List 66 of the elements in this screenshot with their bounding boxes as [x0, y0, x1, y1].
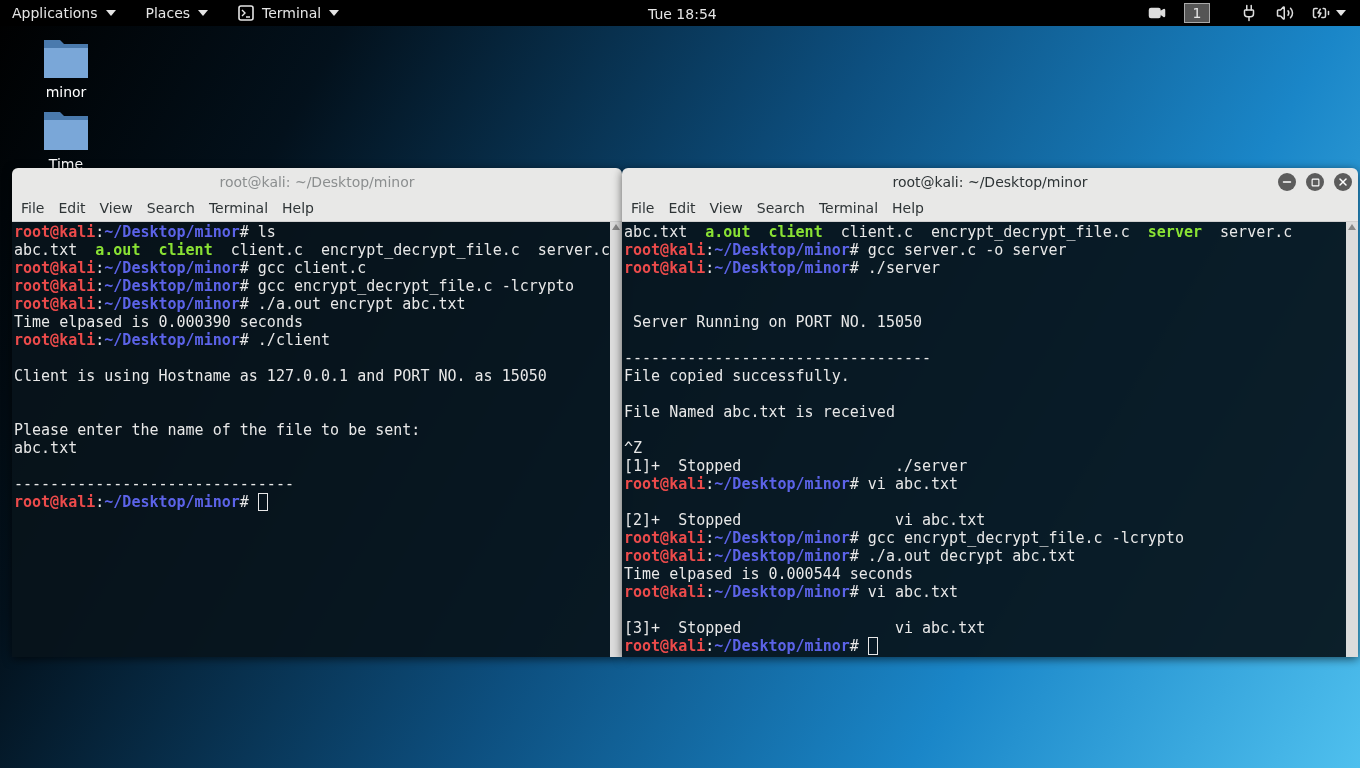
folder-icon	[44, 110, 88, 150]
top-menu[interactable]: Terminal	[226, 2, 352, 24]
terminal-line: Server Running on PORT NO. 15050	[632, 313, 922, 331]
top-menu[interactable]: Places	[133, 2, 221, 24]
maximize-icon	[1310, 177, 1320, 187]
terminal-line: root@kali:~/Desktop/minor# vi abc.txt	[624, 475, 959, 493]
caret-icon[interactable]	[1336, 10, 1346, 16]
terminal-line: abc.txt	[14, 439, 78, 457]
terminal-line: root@kali:~/Desktop/minor# gcc client.c	[14, 259, 367, 277]
terminal-line: ----------------------------------	[624, 349, 932, 367]
terminal-line: [2]+ Stopped vi abc.txt	[624, 511, 986, 529]
menu-item[interactable]: Search	[749, 198, 812, 219]
terminal-line: root@kali:~/Desktop/minor# vi abc.txt	[624, 583, 959, 601]
menu-item[interactable]: File	[624, 198, 662, 219]
terminal-line: root@kali:~/Desktop/minor# ./client	[14, 331, 331, 349]
terminal-line: abc.txt a.out client client.c encrypt_decrypt_file.c server.c	[14, 241, 610, 259]
terminal-line: root@kali:~/Desktop/minor# ls	[14, 223, 276, 241]
window-title: root@kali: ~/Desktop/minor	[892, 172, 1088, 192]
terminal-line: Please enter the name of the file to be sent:	[14, 421, 421, 439]
menu-item[interactable]: View	[702, 198, 750, 219]
terminal-line: Client is using Hostname as 127.0.0.1 and PORT NO. as 15050	[14, 367, 547, 385]
caret-icon	[105, 10, 116, 16]
caret-icon	[329, 10, 340, 16]
terminal-line: root@kali:~/Desktop/minor#	[14, 493, 249, 511]
menu-item[interactable]: Search	[139, 198, 202, 219]
scrollbar[interactable]	[1346, 222, 1358, 657]
terminal-line: abc.txt a.out client client.c encrypt_decrypt_file.c server server.c	[624, 223, 1293, 241]
terminal-line: File Named abc.txt is received	[624, 403, 895, 421]
minimize-button[interactable]	[1278, 173, 1296, 191]
top-menu[interactable]: Applications	[0, 2, 128, 24]
terminal-line: [3]+ Stopped vi abc.txt	[624, 619, 986, 637]
menu-item[interactable]: View	[92, 198, 140, 219]
menu-item[interactable]: Help	[275, 198, 321, 219]
workspace-indicator[interactable]: 1	[1184, 3, 1210, 23]
terminal-line: root@kali:~/Desktop/minor# ./server	[624, 259, 941, 277]
menu-item[interactable]: Terminal	[201, 198, 276, 219]
folder-icon	[44, 38, 88, 78]
volume-icon[interactable]	[1276, 4, 1294, 22]
terminal-line: File copied successfully.	[624, 367, 850, 385]
menu-item[interactable]: Edit	[661, 198, 703, 219]
clock[interactable]: Tue 18:54	[648, 4, 717, 25]
terminal-line: root@kali:~/Desktop/minor# gcc encrypt_decrypt_file.c -lcrypto	[14, 277, 574, 295]
terminal-line: root@kali:~/Desktop/minor# gcc server.c -o server	[624, 241, 1067, 259]
terminal-line: Time elpased is 0.000544 seconds	[624, 565, 913, 583]
terminal-line: root@kali:~/Desktop/minor# ./a.out decrypt abc.txt	[624, 547, 1076, 565]
terminal-icon	[238, 5, 255, 21]
scrollbar[interactable]	[610, 222, 622, 657]
scroll-up-icon[interactable]	[1348, 224, 1356, 230]
close-button[interactable]	[1334, 173, 1352, 191]
terminal-line: ^Z	[624, 439, 643, 457]
terminal-line: root@kali:~/Desktop/minor# ./a.out encrypt abc.txt	[14, 295, 466, 313]
window-title: root@kali: ~/Desktop/minor	[219, 172, 415, 192]
terminal-line: root@kali:~/Desktop/minor# gcc encrypt_decrypt_file.c -lcrypto	[624, 529, 1184, 547]
maximize-button[interactable]	[1306, 173, 1324, 191]
terminal-line: root@kali:~/Desktop/minor#	[624, 637, 859, 655]
menu-item[interactable]: Help	[885, 198, 931, 219]
terminal-line: Time elpased is 0.000390 seconds	[14, 313, 303, 331]
close-icon	[1337, 176, 1349, 188]
caret-icon	[198, 10, 209, 16]
menu-item[interactable]: Edit	[51, 198, 93, 219]
terminal-line: [1]+ Stopped ./server	[624, 457, 968, 475]
scroll-up-icon[interactable]	[612, 224, 620, 230]
desktop-icon-label[interactable]: minor	[45, 84, 87, 100]
menu-item[interactable]: File	[14, 198, 52, 219]
terminal-line: -------------------------------	[14, 475, 294, 493]
menu-item[interactable]: Terminal	[811, 198, 886, 219]
